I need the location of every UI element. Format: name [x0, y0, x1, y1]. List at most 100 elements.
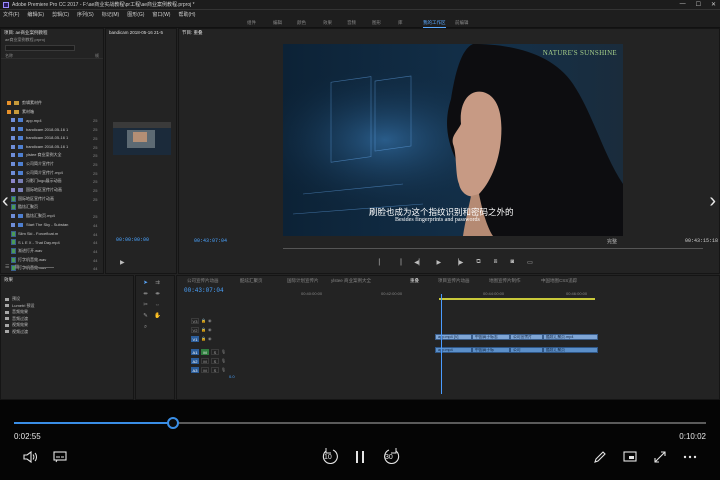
- solo-button[interactable]: S: [211, 348, 219, 355]
- list-item[interactable]: 冯影门logo展示动画: [11, 177, 62, 185]
- sequence-tab[interactable]: ylstee 商业案例大全: [331, 278, 371, 284]
- mic-icon[interactable]: 🎙: [221, 367, 226, 372]
- step-forward-icon[interactable]: ▕▶: [454, 259, 463, 266]
- workspace-tab[interactable]: 库: [398, 20, 403, 26]
- more-icon[interactable]: [681, 448, 699, 466]
- sequence-tab[interactable]: 国际计划宣传片: [287, 278, 319, 284]
- zoom-slider[interactable]: [24, 267, 55, 268]
- next-arrow-icon[interactable]: ›: [709, 190, 716, 213]
- track-label[interactable]: A2: [191, 357, 199, 364]
- lock-icon[interactable]: 🔒: [201, 327, 206, 332]
- source-timecode[interactable]: 00:00:00:00: [116, 237, 149, 243]
- slip-tool-icon[interactable]: ⇔: [154, 302, 161, 309]
- sequence-tab[interactable]: 酷炫汇聚页: [240, 278, 263, 284]
- video-clip[interactable]: 中国高于标志: [472, 334, 510, 340]
- prev-arrow-icon[interactable]: ‹: [2, 190, 9, 213]
- ripple-edit-tool-icon[interactable]: ⇹: [142, 291, 149, 298]
- menu-item[interactable]: 图形(G): [127, 11, 144, 18]
- sequence-tab[interactable]: 重叠: [410, 278, 419, 284]
- menu-item[interactable]: 标记(M): [102, 11, 120, 18]
- export-frame-icon[interactable]: ◙: [510, 259, 514, 266]
- list-item[interactable]: app.mp4: [11, 116, 42, 124]
- source-tab[interactable]: bandicam 2018-05-16 21-5: [106, 29, 176, 37]
- subtitles-icon[interactable]: [51, 448, 69, 466]
- maximize-icon[interactable]: ☐: [696, 1, 701, 8]
- work-area-bar[interactable]: [439, 298, 595, 300]
- step-back-icon[interactable]: ◀▏: [414, 259, 423, 266]
- list-item[interactable]: 渐进打开.wav: [11, 247, 42, 255]
- list-item[interactable]: 公司简介宣传片: [11, 160, 54, 168]
- eye-icon[interactable]: ◉: [208, 336, 212, 341]
- playhead[interactable]: [441, 294, 442, 394]
- effects-item[interactable]: 音频效果: [5, 309, 28, 315]
- mark-in-icon[interactable]: ▏: [379, 259, 384, 266]
- eye-icon[interactable]: ◉: [208, 318, 212, 323]
- col-rate[interactable]: 帧: [95, 53, 99, 58]
- timeline-timecode[interactable]: 00:43:07:04: [184, 287, 224, 294]
- razor-tool-icon[interactable]: ✂: [142, 302, 149, 309]
- list-item[interactable]: ylstee 商业案例大全: [11, 151, 62, 159]
- track-label[interactable]: A3: [191, 366, 199, 373]
- master-volume[interactable]: 0.0: [229, 374, 235, 379]
- overwrite-icon[interactable]: ⧈: [494, 259, 498, 266]
- list-item[interactable]: 国际地区宣传片动画: [11, 186, 62, 194]
- program-tab[interactable]: 节目: 重叠: [179, 29, 719, 37]
- list-item[interactable]: bandicam 2018-05-16 1: [11, 125, 68, 133]
- workspace-tab[interactable]: 编辑: [273, 20, 282, 26]
- track-label[interactable]: V2: [191, 326, 199, 333]
- track-label[interactable]: V3: [191, 317, 199, 324]
- workspace-tab[interactable]: 效果: [323, 20, 332, 26]
- lock-icon[interactable]: 🔒: [201, 336, 206, 341]
- sequence-tab[interactable]: 项目宣传片动画: [438, 278, 470, 284]
- list-item[interactable]: 剪辑素材件: [7, 99, 42, 107]
- audio-clip[interactable]: 中国高于标: [472, 347, 510, 353]
- menu-item[interactable]: 文件(F): [3, 11, 19, 18]
- project-search-input[interactable]: [5, 45, 75, 51]
- menu-item[interactable]: 编辑(E): [27, 11, 44, 18]
- effects-tab[interactable]: 效果: [1, 276, 133, 284]
- mic-icon[interactable]: 🎙: [221, 349, 226, 354]
- mute-button[interactable]: M: [201, 366, 209, 373]
- effects-item[interactable]: 预设: [5, 296, 20, 302]
- sequence-tab[interactable]: 公司宣传片动画: [187, 278, 219, 284]
- col-name[interactable]: 名称: [5, 53, 13, 58]
- selection-tool-icon[interactable]: ➤: [142, 280, 149, 287]
- mark-out-icon[interactable]: ▕: [397, 259, 402, 266]
- play-icon[interactable]: ▶: [436, 259, 441, 266]
- menu-item[interactable]: 帮助(H): [178, 11, 195, 18]
- workspace-tab[interactable]: 组件: [247, 20, 256, 26]
- forward-30-icon[interactable]: 30: [380, 448, 402, 466]
- workspace-tab[interactable]: 图形: [372, 20, 381, 26]
- list-item[interactable]: 国际地区宣传片动画: [11, 195, 54, 203]
- compare-icon[interactable]: ▭: [527, 259, 533, 266]
- effects-item[interactable]: Lumetri 预设: [5, 303, 34, 309]
- program-timecode[interactable]: 00:43:07:04: [194, 238, 227, 244]
- workspace-tab[interactable]: 音频: [347, 20, 356, 26]
- sequence-tab[interactable]: 地图宣传片制作: [489, 278, 521, 284]
- list-item[interactable]: 酷炫汇聚页.mp4: [11, 212, 55, 220]
- audio-clip[interactable]: 公司: [510, 347, 543, 353]
- project-tab[interactable]: 项目: ae商业案例教程: [1, 29, 103, 37]
- effects-item[interactable]: 音频过渡: [5, 316, 28, 322]
- mute-button[interactable]: M: [201, 357, 209, 364]
- seek-bar[interactable]: [14, 417, 706, 429]
- workspace-tab[interactable]: 前编辑: [455, 20, 469, 26]
- menu-item[interactable]: 剪辑(C): [52, 11, 69, 18]
- track-label[interactable]: V1: [191, 335, 199, 342]
- icon-view-icon[interactable]: ▦: [14, 264, 19, 270]
- list-item[interactable]: 打字机音效.wav: [11, 256, 46, 264]
- list-item[interactable]: Start The Sky - Substan: [11, 221, 68, 229]
- menu-item[interactable]: 窗口(W): [152, 11, 170, 18]
- audio-clip[interactable]: 酷炫汇聚页: [543, 347, 598, 353]
- video-clip[interactable]: 酷炫汇聚页.mp4: [543, 334, 598, 340]
- pause-icon[interactable]: [351, 448, 369, 466]
- pen-tool-icon[interactable]: ✎: [142, 313, 149, 320]
- solo-button[interactable]: S: [211, 357, 219, 364]
- list-item[interactable]: 公司简介宣传片.mp4: [11, 169, 63, 177]
- solo-button[interactable]: S: [211, 366, 219, 373]
- list-item[interactable]: Slim Ski - Forcefloat.m: [11, 230, 58, 238]
- effects-item[interactable]: 视频效果: [5, 322, 28, 328]
- mute-button[interactable]: M: [201, 348, 209, 355]
- hand-tool-icon[interactable]: ✋: [154, 313, 161, 320]
- workspace-tab[interactable]: 我的工作区: [423, 20, 446, 28]
